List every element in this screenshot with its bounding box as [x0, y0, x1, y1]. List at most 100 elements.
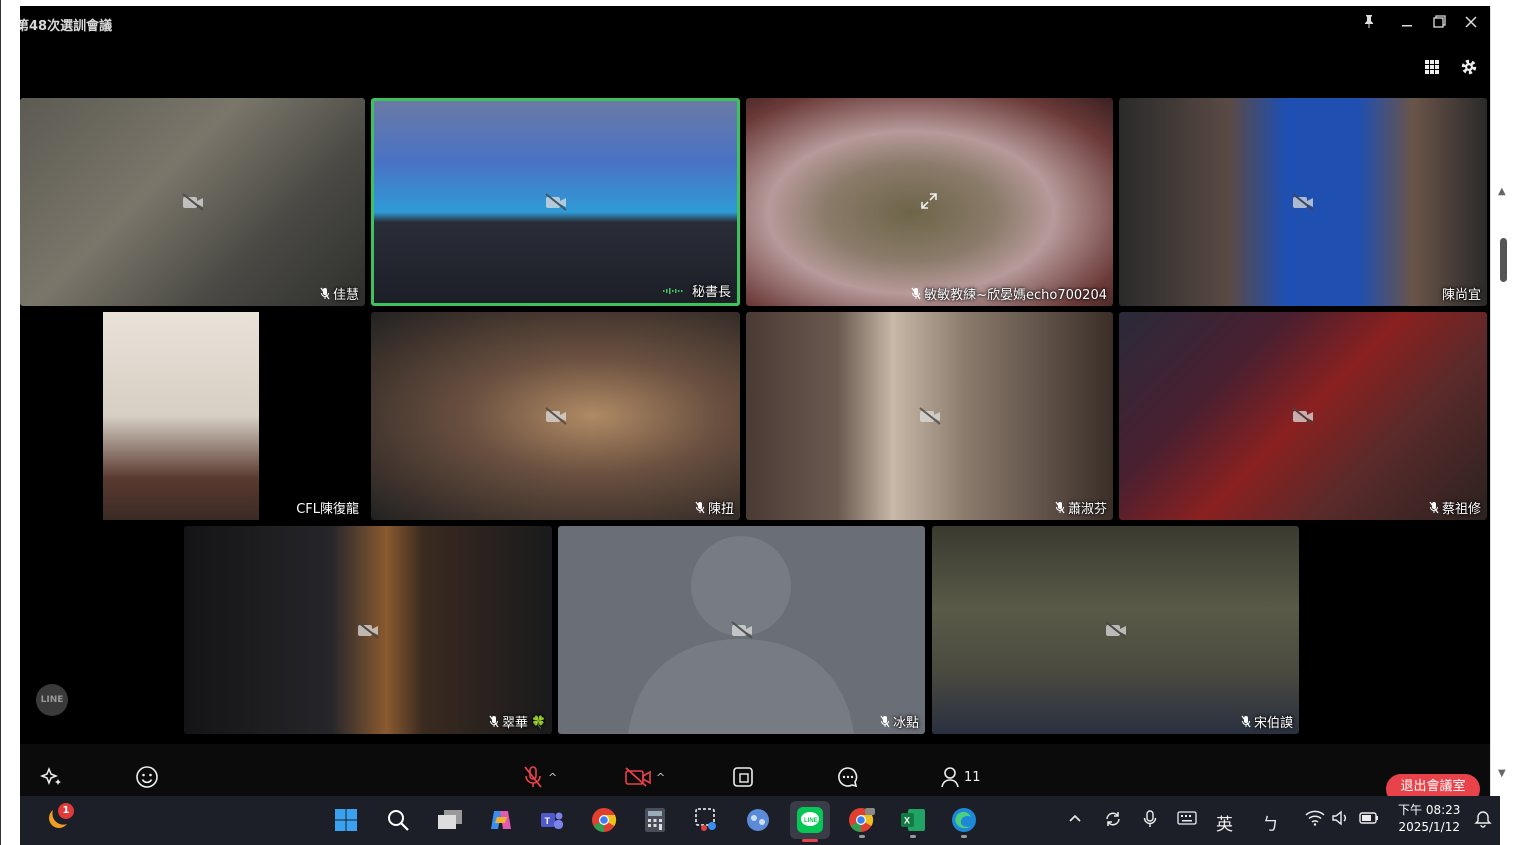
camera-off-icon [918, 407, 941, 425]
battery-icon[interactable] [1358, 810, 1380, 830]
scroll-up-arrow-icon[interactable]: ▲ [1498, 186, 1506, 197]
left-edge [0, 0, 20, 845]
participant-name-tag: 蔡祖修 [1429, 498, 1481, 517]
edge-icon[interactable] [949, 805, 979, 838]
participants-button[interactable]: 11 [940, 764, 981, 790]
participant-name-tag: 陳尚宜 [1442, 284, 1481, 303]
active-app-indicator [802, 839, 818, 842]
notification-badge: 1 [58, 803, 74, 819]
chrome-beta-icon[interactable] [847, 805, 877, 838]
svg-text:X: X [904, 816, 910, 826]
wifi-icon[interactable] [1305, 810, 1325, 830]
camera-off-icon [181, 193, 204, 211]
mic-muted-icon [320, 287, 330, 300]
keyboard-icon[interactable] [1177, 810, 1197, 830]
participant-name-tag: 翠華 🍀 [489, 712, 546, 731]
sync-icon[interactable] [1103, 810, 1123, 832]
video-feed [103, 312, 259, 520]
mic-muted-icon [1055, 501, 1065, 514]
participant-name: 陳扭 [707, 502, 734, 517]
video-tile[interactable]: 蔡祖修 [1119, 312, 1487, 520]
participant-name-tag: 宋伯謨 [1241, 712, 1293, 731]
chevron-up-icon[interactable]: ^ [548, 771, 557, 784]
clover-emoji: 🍀 [531, 714, 546, 729]
camera-off-icon [730, 621, 753, 639]
participant-name: 陳尚宜 [1441, 288, 1481, 303]
scroll-thumb[interactable] [1500, 238, 1507, 282]
person-icon [941, 767, 959, 788]
desktop-screen: 第48次選訓會議 佳慧 秘書長 敏敏教練~欣晏媽echo700204 陳尚宜 C… [0, 0, 1522, 845]
task-view-icon[interactable] [435, 805, 465, 835]
effects-sparkle-icon[interactable] [40, 764, 64, 790]
participant-name-tag: 冰點 [880, 712, 919, 731]
grid-view-icon[interactable] [1420, 58, 1444, 82]
camera-off-icon [1104, 621, 1127, 639]
participant-name: 敏敏教練~欣晏媽echo700204 [924, 288, 1107, 303]
chevron-up-icon[interactable] [1068, 810, 1082, 829]
close-icon[interactable] [1455, 11, 1487, 35]
weather-widget-icon[interactable]: 1 [42, 803, 74, 835]
mic-muted-icon [695, 501, 705, 514]
participant-name: 蕭淑芬 [1067, 502, 1107, 517]
video-tile[interactable]: 陳尚宜 [1119, 98, 1487, 306]
restore-icon[interactable] [1423, 11, 1455, 35]
video-tile[interactable]: 陳扭 [371, 312, 740, 520]
video-tile[interactable]: 宋伯謨 [932, 526, 1299, 734]
mic-muted-icon [489, 715, 499, 728]
video-tile[interactable]: 佳慧 [20, 98, 365, 306]
leave-meeting-button[interactable]: 退出會議室 [1386, 774, 1480, 796]
video-tile[interactable]: 敏敏教練~欣晏媽echo700204 [746, 98, 1113, 306]
volume-icon[interactable] [1331, 810, 1351, 830]
ime-language-indicator[interactable]: 英 [1216, 810, 1233, 835]
start-icon[interactable] [331, 805, 361, 835]
participant-name: 佳慧 [332, 288, 359, 303]
running-app-indicator [961, 835, 967, 838]
video-tile[interactable]: CFL陳復龍 [20, 312, 365, 520]
snipping-tool-icon[interactable] [692, 805, 722, 835]
ime-mode-indicator[interactable]: ㄅ [1262, 810, 1279, 835]
settings-icon[interactable] [1457, 58, 1481, 82]
line-logo: LINE [36, 684, 68, 716]
video-tile-no-video[interactable]: 冰點 [558, 526, 925, 734]
participant-count: 11 [964, 769, 981, 785]
emoji-reaction-icon[interactable] [135, 764, 159, 790]
calculator-icon[interactable] [640, 805, 670, 835]
teams-icon[interactable]: T [537, 805, 567, 835]
mic-muted-icon [1429, 501, 1439, 514]
video-tile[interactable]: 翠華 🍀 [184, 526, 552, 734]
camera-off-icon [1292, 193, 1314, 211]
participant-name: 蔡祖修 [1441, 502, 1481, 517]
mic-toggle-button[interactable]: ^ [522, 764, 557, 790]
chat-icon[interactable] [836, 764, 860, 790]
share-screen-icon[interactable] [731, 764, 755, 790]
expand-icon[interactable] [920, 192, 938, 210]
quick-assist-icon[interactable] [743, 805, 773, 835]
windows-taskbar: 1 T LINE X 英 ㄅ 下午 08:23 2025/1/12 [20, 796, 1500, 845]
taskbar-clock[interactable]: 下午 08:23 2025/1/12 [1398, 802, 1460, 836]
mic-off-icon [524, 766, 542, 788]
running-app-indicator [910, 835, 916, 838]
minimize-icon[interactable] [1391, 11, 1423, 35]
camera-toggle-button[interactable]: ^ [624, 764, 665, 790]
clock-time: 下午 08:23 [1398, 803, 1461, 817]
excel-icon[interactable]: X [898, 805, 928, 838]
search-icon[interactable] [383, 805, 413, 835]
chevron-up-icon[interactable]: ^ [656, 771, 665, 784]
video-tile-active-speaker[interactable]: 秘書長 [371, 98, 740, 306]
participant-name-tag: CFL陳復龍 [296, 498, 359, 517]
camera-off-icon [544, 193, 567, 211]
pin-icon[interactable] [1353, 11, 1385, 35]
line-app-icon[interactable]: LINE [790, 801, 830, 842]
copilot-icon[interactable] [486, 805, 516, 835]
participant-name: 翠華 [502, 716, 529, 731]
notification-bell-icon[interactable] [1474, 810, 1492, 832]
browser-scrollbar[interactable]: ▲ ▼ [1490, 6, 1516, 796]
participant-name-tag: 蕭淑芬 [1055, 498, 1107, 517]
scroll-down-arrow-icon[interactable]: ▼ [1498, 768, 1506, 779]
window-title: 第48次選訓會議 [20, 19, 113, 34]
mic-muted-icon [880, 715, 890, 728]
chrome-icon[interactable] [589, 805, 619, 835]
video-tile[interactable]: 蕭淑芬 [746, 312, 1113, 520]
microphone-icon[interactable] [1143, 810, 1157, 832]
participant-name-tag: 陳扭 [695, 498, 734, 517]
